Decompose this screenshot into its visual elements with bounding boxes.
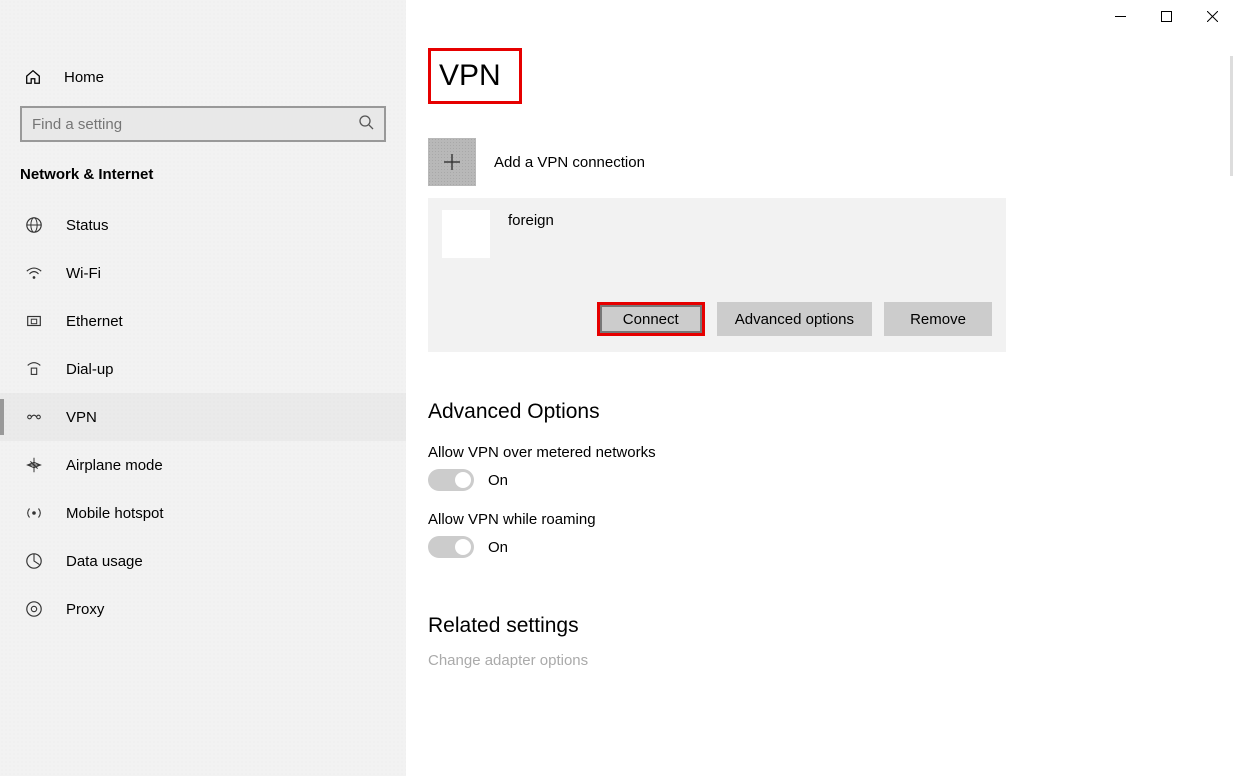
sidebar-item-label: Status <box>66 217 109 234</box>
advanced-options-heading: Advanced Options <box>428 400 1235 424</box>
main-content: VPN Add a VPN connection foreign Connect… <box>406 0 1235 776</box>
sidebar-item-ethernet[interactable]: Ethernet <box>0 297 406 345</box>
sidebar-item-wifi[interactable]: Wi-Fi <box>0 249 406 297</box>
option-label: Allow VPN over metered networks <box>428 444 1235 461</box>
search-input[interactable] <box>20 106 386 142</box>
add-vpn-button[interactable]: Add a VPN connection <box>428 138 1235 186</box>
search-field[interactable] <box>32 116 358 133</box>
globe-icon <box>24 216 44 234</box>
home-icon <box>24 68 44 86</box>
proxy-icon <box>24 600 44 618</box>
ethernet-icon <box>24 312 44 330</box>
connect-button[interactable]: Connect <box>597 302 705 336</box>
option-label: Allow VPN while roaming <box>428 511 1235 528</box>
sidebar-item-airplane[interactable]: Airplane mode <box>0 441 406 489</box>
sidebar-item-datausage[interactable]: Data usage <box>0 537 406 585</box>
hotspot-icon <box>24 504 44 522</box>
roaming-toggle[interactable] <box>428 536 474 558</box>
category-heading: Network & Internet <box>0 162 406 201</box>
wifi-icon <box>24 264 44 282</box>
toggle-state: On <box>488 472 508 489</box>
data-icon <box>24 552 44 570</box>
sidebar-item-label: Proxy <box>66 601 104 618</box>
scrollbar[interactable] <box>1230 56 1233 176</box>
plus-icon <box>428 138 476 186</box>
toggle-state: On <box>488 539 508 556</box>
sidebar-home[interactable]: Home <box>0 58 406 96</box>
sidebar-item-dialup[interactable]: Dial-up <box>0 345 406 393</box>
change-adapter-link[interactable]: Change adapter options <box>428 652 1235 669</box>
vpn-connection-name: foreign <box>508 212 554 229</box>
sidebar-item-label: Dial-up <box>66 361 114 378</box>
metered-toggle[interactable] <box>428 469 474 491</box>
sidebar: Home Network & Internet Status Wi-Fi Eth… <box>0 0 406 776</box>
page-title: VPN <box>428 48 522 104</box>
sidebar-item-label: Data usage <box>66 553 143 570</box>
sidebar-item-label: Airplane mode <box>66 457 163 474</box>
sidebar-item-label: Mobile hotspot <box>66 505 164 522</box>
sidebar-item-label: VPN <box>66 409 97 426</box>
sidebar-item-status[interactable]: Status <box>0 201 406 249</box>
sidebar-item-hotspot[interactable]: Mobile hotspot <box>0 489 406 537</box>
vpn-connection-icon <box>442 210 490 258</box>
related-settings-heading: Related settings <box>428 614 1235 638</box>
dialup-icon <box>24 360 44 378</box>
add-vpn-label: Add a VPN connection <box>494 154 645 171</box>
advanced-options-button[interactable]: Advanced options <box>717 302 872 336</box>
sidebar-item-proxy[interactable]: Proxy <box>0 585 406 633</box>
home-label: Home <box>64 69 104 86</box>
sidebar-item-label: Ethernet <box>66 313 123 330</box>
airplane-icon <box>24 456 44 474</box>
remove-button[interactable]: Remove <box>884 302 992 336</box>
search-icon <box>358 114 374 134</box>
sidebar-item-vpn[interactable]: VPN <box>0 393 406 441</box>
sidebar-item-label: Wi-Fi <box>66 265 101 282</box>
vpn-connection-card[interactable]: foreign Connect Advanced options Remove <box>428 198 1006 352</box>
vpn-icon <box>24 408 44 426</box>
